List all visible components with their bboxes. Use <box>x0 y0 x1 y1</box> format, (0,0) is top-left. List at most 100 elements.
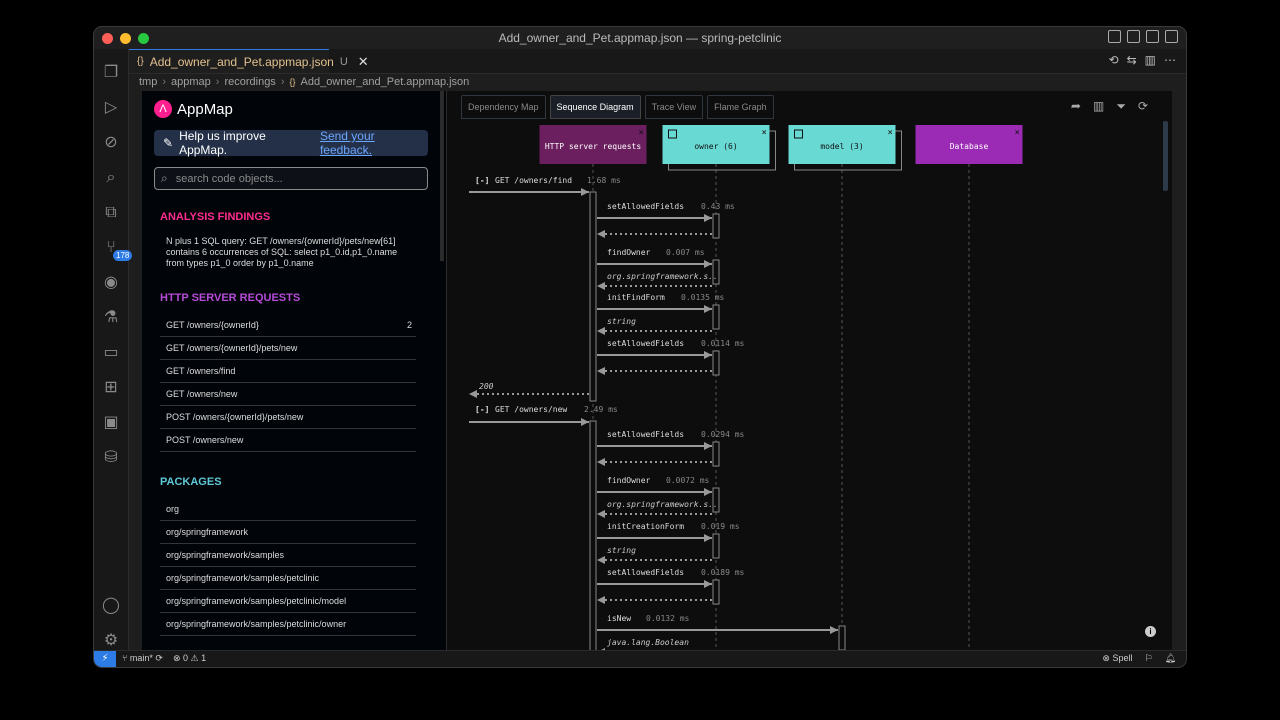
more-actions-icon[interactable]: ⋯ <box>1164 53 1176 67</box>
customize-layout-icon[interactable] <box>1165 30 1178 43</box>
package-label: org/springframework/samples/petclinic/ow… <box>166 619 347 629</box>
extensions-icon[interactable]: ⧉ <box>101 203 121 223</box>
breadcrumb-item[interactable]: Add_owner_and_Pet.appmap.json <box>301 76 470 88</box>
spell-indicator[interactable]: ⊗ Spell <box>1102 653 1132 664</box>
status-bar: ⚡ ⑂ main* ⟳ ⊗ 0 ⚠ 1 ⊗ Spell ⚐ 🔔︎ <box>94 650 1186 667</box>
feedback-banner: ✎ Help us improve AppMap. Send your feed… <box>154 129 428 157</box>
diagram-scrollbar[interactable] <box>1163 121 1168 191</box>
split-editor-icon[interactable]: ▥ <box>1145 53 1156 67</box>
tab-appmap-file[interactable]: {} Add_owner_and_Pet.appmap.json U ✕ <box>129 49 369 73</box>
list-item[interactable]: GET /owners/{ownerId}/pets/new <box>160 337 416 360</box>
activation-bar <box>712 304 720 330</box>
return-value: org.springframework.s.. <box>607 272 718 281</box>
toggle-panel-icon[interactable] <box>1127 30 1140 43</box>
list-item[interactable]: GET /owners/{ownerId} 2 <box>160 314 416 337</box>
call-label: setAllowedFields <box>607 202 684 211</box>
call-arrow-head <box>704 580 712 588</box>
remote-indicator-icon[interactable]: ⚡ <box>94 651 116 667</box>
reload-icon[interactable]: ⟳ <box>1138 99 1148 114</box>
actor-label: HTTP server requests <box>545 142 642 151</box>
api-icon[interactable]: ▭ <box>101 343 121 363</box>
breadcrumb-item[interactable]: recordings <box>224 76 275 88</box>
return-arrow-head <box>597 596 605 604</box>
logo-text: AppMap <box>177 100 233 118</box>
gear-icon[interactable]: ⚙ <box>101 631 121 651</box>
breadcrumb-item[interactable]: tmp <box>139 76 157 88</box>
activation-bar <box>712 533 720 559</box>
request-label: POST /owners/new <box>166 435 244 445</box>
source-control-badge: 178 <box>113 250 133 261</box>
list-item[interactable]: POST /owners/{ownerId}/pets/new <box>160 406 416 429</box>
feedback-link[interactable]: Send your feedback. <box>320 129 428 157</box>
call-label: setAllowedFields <box>607 430 684 439</box>
source-control-icon[interactable]: ⑂ 178 <box>101 238 133 261</box>
tab-trace-view[interactable]: Trace View <box>644 95 704 119</box>
filter-icon[interactable]: ⏷ <box>1116 99 1126 114</box>
window-title: Add_owner_and_Pet.appmap.json — spring-p… <box>498 31 782 45</box>
activation-bar <box>712 579 720 605</box>
request-toggle: [-] <box>475 176 489 185</box>
appmap-sidebar: Λ AppMap ✎ Help us improve AppMap. Send … <box>142 91 440 651</box>
list-item[interactable]: org/springframework/samples <box>160 544 416 567</box>
layout-controls <box>1108 30 1178 43</box>
list-item[interactable]: org/springframework <box>160 521 416 544</box>
toggle-sidebar-icon[interactable] <box>1108 30 1121 43</box>
notifications-icon[interactable]: 🔔︎ <box>1165 653 1176 664</box>
history-icon[interactable]: ⟲ <box>1109 53 1119 67</box>
return-arrow-head <box>597 367 605 375</box>
activation-bar <box>589 420 597 651</box>
breadcrumb: tmp › appmap › recordings › {} Add_owner_an… <box>139 76 470 88</box>
remote-explorer-icon[interactable]: ⊞ <box>101 378 121 398</box>
call-duration: 0.0132 ms <box>646 614 690 623</box>
package-label: org <box>166 504 180 514</box>
list-item[interactable]: GET /owners/find <box>160 360 416 383</box>
toggle-secondary-sidebar-icon[interactable] <box>1146 30 1159 43</box>
list-item[interactable]: org/springframework/samples/petclinic/ow… <box>160 613 416 636</box>
tab-dependency-map[interactable]: Dependency Map <box>461 95 546 119</box>
diagram-panel: Dependency Map Sequence Diagram Trace Vi… <box>447 91 1172 651</box>
stats-icon[interactable]: ▥ <box>1093 99 1104 114</box>
return-value: java.lang.Boolean <box>607 638 689 647</box>
explorer-icon[interactable]: ❐ <box>101 63 121 83</box>
breadcrumb-item[interactable]: appmap <box>171 76 211 88</box>
list-item[interactable]: org/springframework/samples/petclinic/mo… <box>160 590 416 613</box>
close-icon[interactable]: ✕ <box>358 54 369 70</box>
warning-count: 1 <box>201 653 207 663</box>
remote-monitor-icon[interactable]: ▣ <box>101 413 121 433</box>
search-icon[interactable]: ⌕ <box>101 168 121 188</box>
return-arrow-head <box>597 282 605 290</box>
list-item[interactable]: org <box>160 498 416 521</box>
list-item[interactable]: org/springframework/samples/petclinic <box>160 567 416 590</box>
github-icon[interactable]: ◉ <box>101 273 121 293</box>
close-icon: × <box>1015 128 1020 138</box>
problems-indicator[interactable]: ⊗ 0 ⚠ 1 <box>173 653 206 664</box>
request-label: GET /owners/{ownerId}/pets/new <box>166 343 298 353</box>
list-item[interactable]: GET /owners/new <box>160 383 416 406</box>
account-icon[interactable]: ◯ <box>101 596 121 616</box>
accounts-icon[interactable]: ⚐ <box>1144 653 1152 664</box>
run-debug-icon[interactable]: ▷ <box>101 98 121 118</box>
editor-actions: ⟲ ⇆ ▥ ⋯ <box>1109 53 1176 67</box>
info-icon[interactable]: i <box>1145 626 1156 637</box>
call-duration: 0.0135 ms <box>681 293 725 302</box>
call-duration: 0.0189 ms <box>701 568 745 577</box>
tab-sequence-diagram[interactable]: Sequence Diagram <box>549 95 641 119</box>
branch-name: main* <box>129 653 153 663</box>
compare-icon[interactable]: ⇆ <box>1127 53 1137 67</box>
list-item[interactable]: POST /owners/new <box>160 429 416 452</box>
package-label: org/springframework <box>166 527 249 537</box>
finding-item[interactable]: N plus 1 SQL query: GET /owners/{ownerId… <box>166 236 416 269</box>
return-arrow-head <box>597 510 605 518</box>
branch-indicator[interactable]: ⑂ main* ⟳ <box>122 653 163 664</box>
packages-list: org org/springframework org/springframew… <box>160 498 416 636</box>
actor-label: model (3) <box>820 142 863 151</box>
request-duration: 2.49 ms <box>584 405 618 414</box>
sidebar-scrollbar[interactable] <box>440 91 444 261</box>
share-icon[interactable]: ➦ <box>1071 99 1081 114</box>
database-tool-icon[interactable]: ⛁ <box>101 448 121 468</box>
testing-icon[interactable]: ⚗ <box>101 308 121 328</box>
request-toggle: [-] <box>475 405 489 414</box>
appmap-icon[interactable]: ⊘ <box>101 133 121 153</box>
tab-flame-graph[interactable]: Flame Graph <box>707 95 774 119</box>
search-input[interactable] <box>173 171 408 186</box>
